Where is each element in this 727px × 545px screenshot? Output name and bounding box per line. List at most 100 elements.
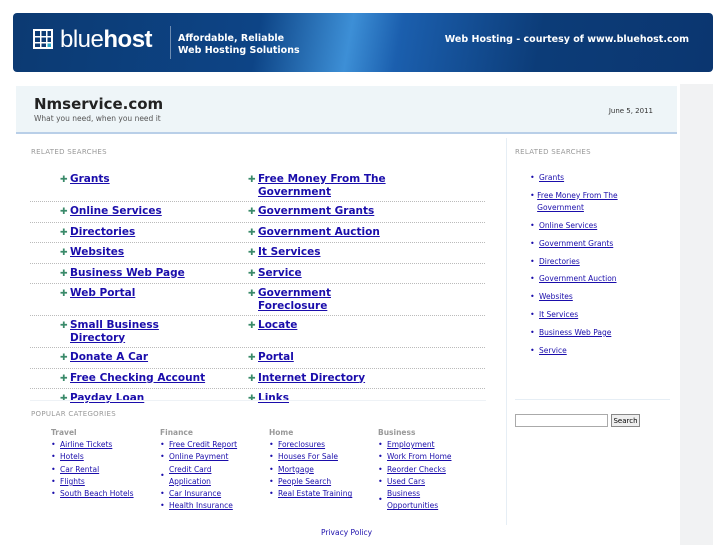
related-search-link[interactable]: Internet Directory	[258, 372, 365, 385]
sidebar-related-link[interactable]: Online Services	[539, 220, 597, 233]
related-item: ✚ Government Foreclosure	[248, 287, 466, 312]
sidebar-item: • Government Grants	[530, 238, 640, 251]
category-item: • Employment	[378, 439, 487, 451]
related-search-link[interactable]: Directories	[70, 226, 135, 239]
category-item: • Airline Tickets	[51, 439, 160, 451]
sidebar-related-link[interactable]: Directories	[539, 256, 580, 269]
related-row: ✚ Free Checking Account ✚ Internet Director…	[30, 369, 485, 389]
site-subtitle: What you need, when you need it	[34, 114, 161, 123]
category-link[interactable]: Foreclosures	[278, 439, 325, 451]
related-search-link[interactable]: Links	[258, 392, 289, 405]
category-business: Business • Employment • Work From Home • Reord…	[378, 428, 487, 513]
related-row: ✚ Donate A Car ✚ Portal	[30, 348, 485, 369]
bluehost-banner[interactable]: bluehost Affordable, Reliable Web Hosting…	[13, 13, 713, 72]
related-search-link[interactable]: Service	[258, 267, 302, 280]
sidebar-related-link[interactable]: Service	[539, 345, 567, 358]
category-link[interactable]: Mortgage	[278, 464, 314, 476]
category-link[interactable]: Car Rental	[60, 464, 99, 476]
related-item: ✚ Grants	[30, 173, 248, 198]
related-search-link[interactable]: Government Auction	[258, 226, 380, 239]
sidebar-related-link[interactable]: Business Web Page	[539, 327, 611, 340]
sidebar-related-link[interactable]: Government Auction	[539, 273, 617, 286]
related-row: ✚ Web Portal ✚ Government Foreclosure	[30, 284, 485, 316]
category-link[interactable]: People Search	[278, 476, 331, 488]
bluehost-logo-icon	[33, 29, 53, 49]
related-search-link[interactable]: Small Business Directory	[70, 319, 210, 344]
sidebar-item: • Service	[530, 345, 640, 358]
category-item: • Work From Home	[378, 451, 487, 463]
banner-tagline: Affordable, Reliable Web Hosting Solution…	[178, 33, 300, 57]
related-item: ✚ Online Services	[30, 205, 248, 219]
category-link[interactable]: Car Insurance	[169, 488, 221, 500]
related-searches-heading: RELATED SEARCHES	[31, 148, 107, 156]
category-link[interactable]: Houses For Sale	[278, 451, 338, 463]
category-link[interactable]: Used Cars	[387, 476, 425, 488]
related-row: ✚ Business Web Page ✚ Service	[30, 264, 485, 284]
sidebar-related-heading: RELATED SEARCHES	[515, 148, 591, 156]
related-search-link[interactable]: Web Portal	[70, 287, 135, 300]
related-item: ✚ Websites	[30, 246, 248, 260]
category-link[interactable]: Employment	[387, 439, 435, 451]
related-search-link[interactable]: Websites	[70, 246, 124, 259]
category-item: • Business Opportunities	[378, 488, 487, 513]
sidebar-related-link[interactable]: It Services	[539, 309, 578, 322]
sidebar-related-link[interactable]: Websites	[539, 291, 573, 304]
related-item: ✚ Free Money From The Government	[248, 173, 466, 198]
search-button[interactable]: Search	[611, 414, 640, 427]
category-link[interactable]: Real Estate Training	[278, 488, 352, 500]
related-search-link[interactable]: Locate	[258, 319, 297, 332]
related-search-link[interactable]: Government Grants	[258, 205, 374, 218]
sidebar-related-link[interactable]: Grants	[539, 172, 564, 185]
right-gutter	[680, 84, 713, 545]
related-search-link[interactable]: Donate A Car	[70, 351, 148, 364]
bullet-icon: •	[530, 292, 535, 302]
related-item: ✚ Government Grants	[248, 205, 466, 219]
category-link[interactable]: Online Payment	[169, 451, 228, 463]
bullet-icon: •	[269, 452, 274, 462]
category-link[interactable]: Work From Home	[387, 451, 452, 463]
site-header: Nmservice.com What you need, when you ne…	[16, 86, 677, 134]
bluehost-logo: bluehost	[60, 26, 153, 54]
related-item: ✚ Small Business Directory	[30, 319, 248, 344]
category-link[interactable]: Reorder Checks	[387, 464, 446, 476]
related-search-link[interactable]: Government Foreclosure	[258, 287, 398, 312]
bullet-icon: •	[160, 470, 165, 480]
related-search-link[interactable]: Portal	[258, 351, 294, 364]
bullet-icon: •	[530, 310, 535, 320]
related-item: ✚ Free Checking Account	[30, 372, 248, 386]
plus-bullet-icon: ✚	[248, 248, 256, 258]
category-item: • Credit Card Application	[160, 464, 269, 489]
sidebar-item: • Online Services	[530, 220, 640, 233]
category-item: • Foreclosures	[269, 439, 378, 451]
category-link[interactable]: Free Credit Report	[169, 439, 237, 451]
category-home: Home • Foreclosures • Houses For Sale • Mortga…	[269, 428, 378, 500]
category-item: • Flights	[51, 476, 160, 488]
search-input[interactable]	[515, 414, 608, 427]
plus-bullet-icon: ✚	[248, 321, 256, 331]
category-link[interactable]: Hotels	[60, 451, 84, 463]
category-link[interactable]: Health Insurance	[169, 500, 233, 512]
bullet-icon: •	[530, 256, 535, 266]
category-link[interactable]: South Beach Hotels	[60, 488, 134, 500]
category-item: • Mortgage	[269, 464, 378, 476]
sidebar-related-link[interactable]: Free Money From The Government	[537, 190, 640, 215]
related-search-link[interactable]: Payday Loan	[70, 392, 144, 405]
related-search-link[interactable]: Free Money From The Government	[258, 173, 398, 198]
related-item: ✚ Web Portal	[30, 287, 248, 312]
related-search-link[interactable]: Business Web Page	[70, 267, 185, 280]
category-link[interactable]: Flights	[60, 476, 85, 488]
category-link[interactable]: Business Opportunities	[387, 488, 469, 513]
category-link[interactable]: Airline Tickets	[60, 439, 112, 451]
category-title: Business	[378, 428, 416, 437]
related-search-link[interactable]: Free Checking Account	[70, 372, 205, 385]
category-list: • Airline Tickets • Hotels • Car Rental • Fligh…	[51, 439, 160, 500]
category-link[interactable]: Credit Card Application	[169, 464, 251, 489]
bullet-icon: •	[378, 452, 383, 462]
related-search-link[interactable]: Grants	[70, 173, 110, 186]
related-search-link[interactable]: Online Services	[70, 205, 162, 218]
category-title: Home	[269, 428, 294, 437]
related-search-link[interactable]: It Services	[258, 246, 320, 259]
privacy-policy-link[interactable]: Privacy Policy	[321, 528, 372, 537]
sidebar-related-link[interactable]: Government Grants	[539, 238, 613, 251]
header-date: June 5, 2011	[608, 107, 653, 115]
